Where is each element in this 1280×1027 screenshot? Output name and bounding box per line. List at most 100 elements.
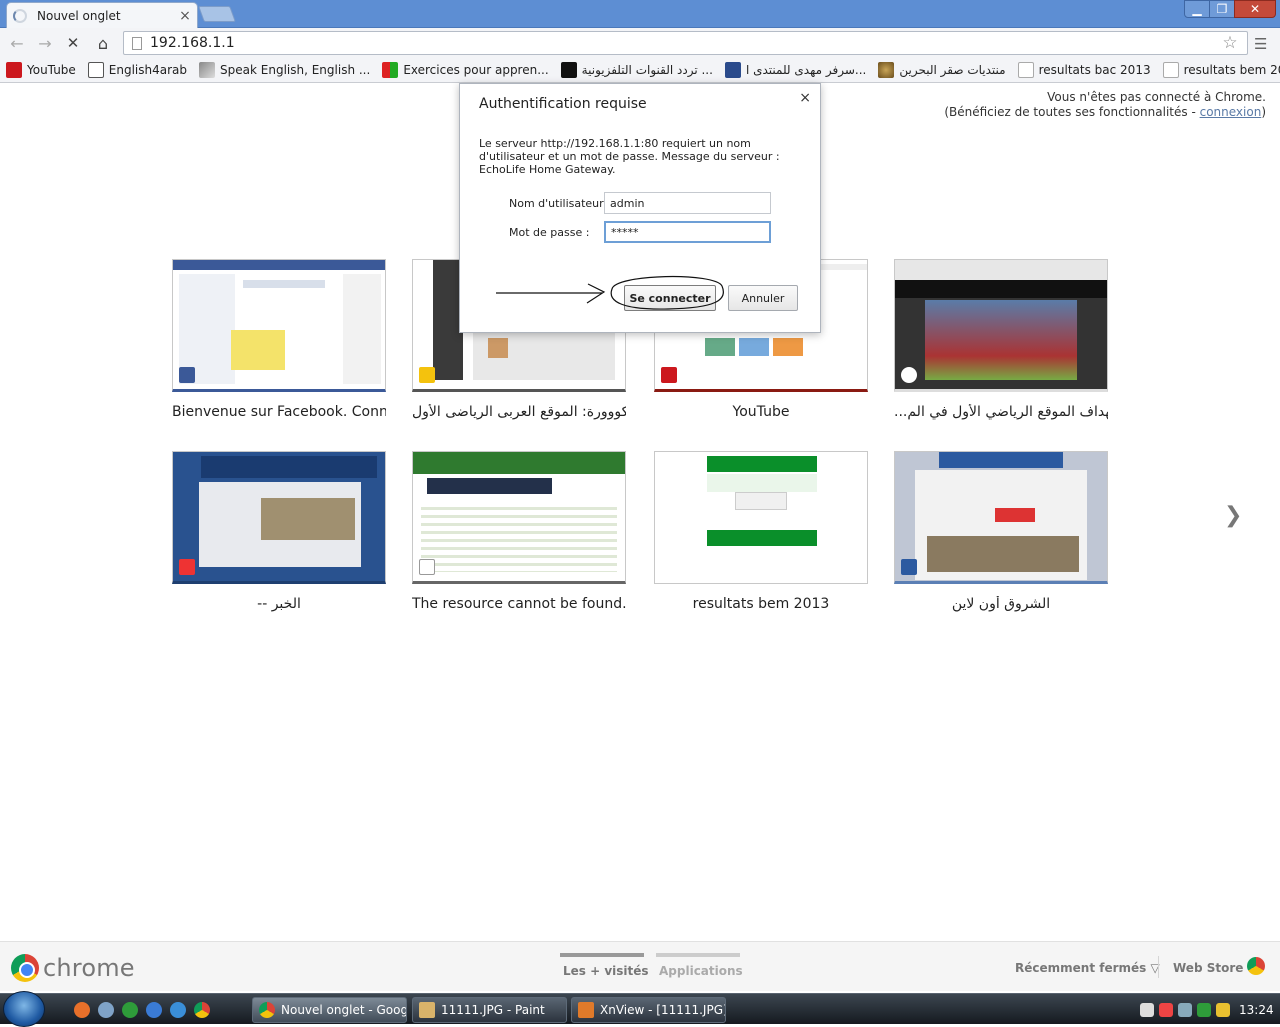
firefox-icon[interactable] [74,1002,90,1018]
tile-thumbnail [172,259,386,392]
bookmark-label: تردد القنوات التلفزيونية ... [581,63,713,77]
most-visited-tile[interactable]: ...الهداف الموقع الرياضي الأول في الم [894,259,1108,420]
most-visited-tile[interactable]: resultats bem 2013 [654,451,868,612]
login-button[interactable]: Se connecter [624,285,716,311]
bookmark-bem-2013[interactable]: resultats bem 2013 [1162,62,1280,78]
tile-thumbnail [412,451,626,584]
bookmark-label: English4arab [108,63,188,77]
bookmark-tv-frequencies[interactable]: تردد القنوات التلفزيونية ... [560,62,713,78]
signin-line2: (Bénéficiez de toutes ses fonctionnalité… [944,105,1266,120]
recently-closed-menu[interactable]: Récemment fermés ▽ [1015,961,1160,975]
bookmark-saqr-bahrain[interactable]: منتديات صقر البحرين [878,62,1006,78]
maximize-button[interactable]: ❐ [1209,0,1235,18]
tab-close-icon[interactable]: × [179,8,191,24]
url-input[interactable] [150,35,1219,51]
password-label: Mot de passe : [509,226,590,239]
users-icon[interactable] [98,1002,114,1018]
bookmark-exercices[interactable]: Exercices pour appren... [382,62,549,78]
web-store-icon[interactable] [1247,957,1265,975]
media-player-icon[interactable] [146,1002,162,1018]
paint-icon [419,1002,435,1018]
chrome-icon [11,954,39,982]
e-icon [87,62,104,78]
taskbar-item-xnview[interactable]: XnView - [11111.JPG] [571,997,726,1023]
web-store-link[interactable]: Web Store [1173,961,1243,975]
forward-arrow-icon[interactable]: → [34,33,56,53]
close-window-button[interactable]: ✕ [1234,0,1276,18]
signin-link[interactable]: connexion [1200,105,1262,119]
most-visited-tile[interactable]: الشروق أون لاين [894,451,1108,612]
alert-icon[interactable] [1159,1002,1173,1017]
auth-dialog: Authentification requise × Le serveur ht… [459,83,821,333]
task-label: Nouvel onglet - Googl... [281,1003,407,1017]
language-icon[interactable] [1216,1002,1230,1017]
chrome-icon[interactable] [194,1002,210,1018]
bookmark-star-icon[interactable]: ☆ [1219,33,1241,53]
stop-icon[interactable]: ✕ [62,33,84,53]
clock: 13:24 [1239,1003,1274,1017]
next-page-arrow-icon[interactable]: ❯ [1224,503,1242,528]
password-input[interactable] [604,221,771,243]
chrome-icon [259,1002,275,1018]
dialog-close-icon[interactable]: × [799,90,811,106]
whatsapp-tray-icon[interactable] [1197,1002,1211,1017]
toolbar: ← → ✕ ⌂ ☆ ☰ [0,28,1280,58]
address-bar[interactable]: ☆ [123,31,1248,55]
back-arrow-icon[interactable]: ← [6,33,28,53]
bookmark-speak-english[interactable]: Speak English, English ... [199,62,370,78]
most-visited-tile[interactable]: -- الخبر [172,451,386,612]
bookmark-server-mahdi[interactable]: سرفر مهدى للمنتدى ا... [724,62,867,78]
new-tab-button[interactable] [198,6,236,22]
youtube-icon [661,367,677,383]
minimize-button[interactable]: ▁ [1184,0,1210,18]
ntp-footer: chrome Les + visités Applications Récemm… [0,941,1280,991]
tab-most-visited[interactable]: Les + visités [563,964,649,978]
dialog-message: Le serveur http://192.168.1.1:80 requier… [479,137,780,176]
s-icon [724,62,741,78]
whatsapp-icon[interactable] [122,1002,138,1018]
bookmark-english4arab[interactable]: English4arab [87,62,188,78]
xnview-icon [578,1002,594,1018]
bookmark-bac-2013[interactable]: resultats bac 2013 [1017,62,1151,78]
tile-title: الشروق أون لاين [951,596,1051,612]
signin-line1: Vous n'êtes pas connecté à Chrome. [1047,90,1266,104]
tile-title: YouTube [732,404,790,420]
volume-icon[interactable] [1140,1002,1154,1017]
tab-indicator-most-visited [560,953,644,957]
page-icon [1017,62,1034,78]
footer-divider [1158,956,1159,978]
page-icon [132,36,142,50]
start-button[interactable] [3,991,45,1027]
loading-spinner-icon [13,9,27,23]
title-bar: Nouvel onglet × ▁ ❐ ✕ [0,0,1280,29]
tab-new-tab[interactable]: Nouvel onglet × [6,2,198,29]
tab-applications[interactable]: Applications [659,964,743,978]
tab-title: Nouvel onglet [37,9,121,23]
youtube-icon [6,62,22,78]
bookmark-label: resultats bem 2013 [1183,63,1280,77]
taskbar-item-chrome[interactable]: Nouvel onglet - Googl... [252,997,407,1023]
most-visited-tile[interactable]: The resource cannot be found. [412,451,626,612]
bookmark-youtube[interactable]: YouTube [6,62,76,78]
internet-explorer-icon[interactable] [170,1002,186,1018]
username-input[interactable] [604,192,771,214]
bookmarks-bar: YouTube English4arab Speak English, Engl… [0,58,1280,83]
elkhabar-icon [179,559,195,575]
bookmark-label: Speak English, English ... [220,63,371,77]
tab-indicator-apps [656,953,740,957]
tile-title: resultats bem 2013 [692,596,830,612]
page-icon [419,559,435,575]
home-icon[interactable]: ⌂ [92,33,114,53]
bookmark-label: سرفر مهدى للمنتدى ا... [745,63,867,77]
network-icon[interactable] [1178,1002,1192,1017]
wrench-menu-icon[interactable]: ☰ [1254,35,1274,53]
bookmark-label: resultats bac 2013 [1038,63,1151,77]
exercices-icon [382,62,399,78]
echorouk-icon [901,559,917,575]
most-visited-tile[interactable]: Bienvenue sur Facebook. Conne... [172,259,386,420]
cancel-button[interactable]: Annuler [728,285,798,311]
taskbar-item-paint[interactable]: 11111.JPG - Paint [412,997,567,1023]
tile-title: The resource cannot be found. [412,596,626,612]
tile-thumbnail [172,451,386,584]
saqr-icon [878,62,895,78]
